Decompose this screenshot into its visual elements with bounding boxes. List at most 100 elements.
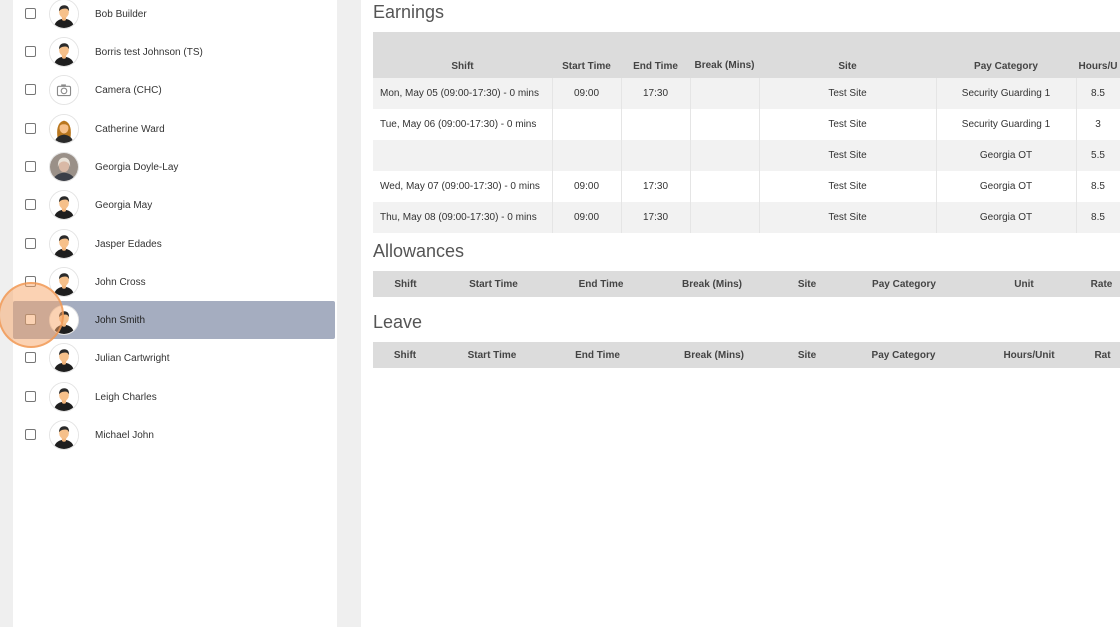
earnings-column-header[interactable]: Shift xyxy=(373,32,552,78)
allowances-column-header[interactable]: Unit xyxy=(965,271,1083,297)
employee-name: Leigh Charles xyxy=(95,391,157,403)
male-avatar-icon xyxy=(49,37,79,67)
employee-row[interactable]: Camera (CHC) xyxy=(13,71,335,109)
earnings-column-header[interactable]: Hours/U xyxy=(1076,32,1120,78)
employee-row[interactable]: Leigh Charles xyxy=(13,378,335,416)
allowances-column-header[interactable]: Break (Mins) xyxy=(653,271,771,297)
leave-column-header[interactable]: Pay Category xyxy=(834,342,973,368)
employee-row[interactable]: Borris test Johnson (TS) xyxy=(13,33,335,71)
allowances-column-header[interactable]: End Time xyxy=(549,271,653,297)
earnings-cell: 8.5 xyxy=(1076,202,1120,233)
female-avatar-icon xyxy=(49,114,79,144)
earnings-cell: 8.5 xyxy=(1076,78,1120,109)
employee-checkbox[interactable] xyxy=(25,429,36,440)
earnings-cell: Test Site xyxy=(759,78,937,109)
earnings-cell: Tue, May 06 (09:00-17:30) - 0 mins xyxy=(373,109,553,140)
male-avatar-icon xyxy=(49,190,79,220)
employee-name: John Cross xyxy=(95,276,146,288)
leave-column-header[interactable]: End Time xyxy=(547,342,648,368)
allowances-column-header[interactable]: Rate xyxy=(1083,271,1120,297)
leave-title: Leave xyxy=(373,312,423,332)
leave-column-header[interactable]: Break (Mins) xyxy=(648,342,780,368)
employee-row[interactable]: Catherine Ward xyxy=(13,110,335,148)
employee-name: Borris test Johnson (TS) xyxy=(95,46,203,58)
leave-column-header[interactable]: Site xyxy=(780,342,834,368)
earnings-cell: 17:30 xyxy=(621,78,691,109)
male-avatar-icon xyxy=(49,305,79,335)
earnings-cell: Mon, May 05 (09:00-17:30) - 0 mins xyxy=(373,78,553,109)
earnings-row: Mon, May 05 (09:00-17:30) - 0 mins 09:00 1… xyxy=(373,78,1120,109)
employee-row[interactable]: Georgia May xyxy=(13,186,335,224)
earnings-cell: Security Guarding 1 xyxy=(936,109,1077,140)
earnings-cell: Security Guarding 1 xyxy=(936,78,1077,109)
earnings-cell xyxy=(373,140,553,171)
employee-row[interactable]: Bob Builder xyxy=(13,0,335,33)
allowances-column-header[interactable]: Pay Category xyxy=(843,271,965,297)
employee-row[interactable]: Jasper Edades xyxy=(13,225,335,263)
earnings-cell: Test Site xyxy=(759,140,937,171)
earnings-column-header[interactable]: Start Time xyxy=(552,32,621,78)
employee-row[interactable]: Georgia Doyle-Lay xyxy=(13,148,335,186)
male-avatar-icon xyxy=(49,382,79,412)
earnings-cell: Wed, May 07 (09:00-17:30) - 0 mins xyxy=(373,171,553,202)
earnings-row: Thu, May 08 (09:00-17:30) - 0 mins 09:00 1… xyxy=(373,202,1120,233)
leave-column-header[interactable]: Rat xyxy=(1085,342,1120,368)
earnings-cell: Georgia OT xyxy=(936,140,1077,171)
earnings-cell xyxy=(690,171,760,202)
employee-row[interactable]: Michael John xyxy=(13,416,335,454)
male-avatar-icon xyxy=(49,0,79,29)
employee-row[interactable]: Julian Cartwright xyxy=(13,339,335,377)
earnings-table: Shift Start Time End Time Break (Mins) Site P… xyxy=(373,32,1120,233)
employee-row[interactable]: John Smith xyxy=(13,301,335,339)
earnings-cell: 09:00 xyxy=(552,202,622,233)
male-avatar-icon xyxy=(49,343,79,373)
employee-name: Bob Builder xyxy=(95,8,147,20)
earnings-cell xyxy=(690,140,760,171)
earnings-cell: 09:00 xyxy=(552,171,622,202)
allowances-column-header[interactable]: Site xyxy=(771,271,843,297)
allowances-column-header[interactable]: Start Time xyxy=(438,271,549,297)
leave-column-header[interactable]: Shift xyxy=(373,342,437,368)
timesheet-detail-panel: Earnings Shift Start Time End Time Break (M… xyxy=(361,0,1120,627)
allowances-table: Shift Start Time End Time Break (Mins) Site P… xyxy=(373,271,1120,297)
camera-icon xyxy=(49,75,79,105)
earnings-column-header[interactable]: End Time xyxy=(621,32,690,78)
male-avatar-icon xyxy=(49,267,79,297)
employee-checkbox[interactable] xyxy=(25,199,36,210)
earnings-cell: 17:30 xyxy=(621,202,691,233)
employee-checkbox[interactable] xyxy=(25,391,36,402)
employee-checkbox[interactable] xyxy=(25,161,36,172)
leave-column-header[interactable]: Hours/Unit xyxy=(973,342,1085,368)
allowances-column-header[interactable]: Shift xyxy=(373,271,438,297)
earnings-row: Wed, May 07 (09:00-17:30) - 0 mins 09:00 1… xyxy=(373,171,1120,202)
earnings-cell xyxy=(690,202,760,233)
employee-checkbox[interactable] xyxy=(25,314,36,325)
employee-checkbox[interactable] xyxy=(25,84,36,95)
earnings-column-header[interactable]: Site xyxy=(759,32,936,78)
employee-name: Georgia Doyle-Lay xyxy=(95,161,179,173)
earnings-cell: 3 xyxy=(1076,109,1120,140)
earnings-header-row: Shift Start Time End Time Break (Mins) Site P… xyxy=(373,32,1120,78)
earnings-column-header[interactable]: Break (Mins) xyxy=(690,32,759,78)
employee-checkbox[interactable] xyxy=(25,276,36,287)
employee-checkbox[interactable] xyxy=(25,46,36,57)
employee-checkbox[interactable] xyxy=(25,8,36,19)
employee-name: Julian Cartwright xyxy=(95,352,170,364)
male-avatar-icon xyxy=(49,420,79,450)
employee-checkbox[interactable] xyxy=(25,238,36,249)
employee-checkbox[interactable] xyxy=(25,352,36,363)
earnings-cell: Test Site xyxy=(759,202,937,233)
earnings-cell: Georgia OT xyxy=(936,171,1077,202)
earnings-column-header[interactable]: Pay Category xyxy=(936,32,1076,78)
employee-row[interactable]: John Cross xyxy=(13,263,335,301)
earnings-cell: 17:30 xyxy=(621,171,691,202)
allowances-header-row: Shift Start Time End Time Break (Mins) Site P… xyxy=(373,271,1120,297)
earnings-cell: Test Site xyxy=(759,171,937,202)
leave-column-header[interactable]: Start Time xyxy=(437,342,547,368)
earnings-cell xyxy=(690,109,760,140)
allowances-title: Allowances xyxy=(373,241,465,261)
earnings-cell xyxy=(621,109,691,140)
earnings-cell: Thu, May 08 (09:00-17:30) - 0 mins xyxy=(373,202,553,233)
employee-checkbox[interactable] xyxy=(25,123,36,134)
employee-name: Camera (CHC) xyxy=(95,84,162,96)
